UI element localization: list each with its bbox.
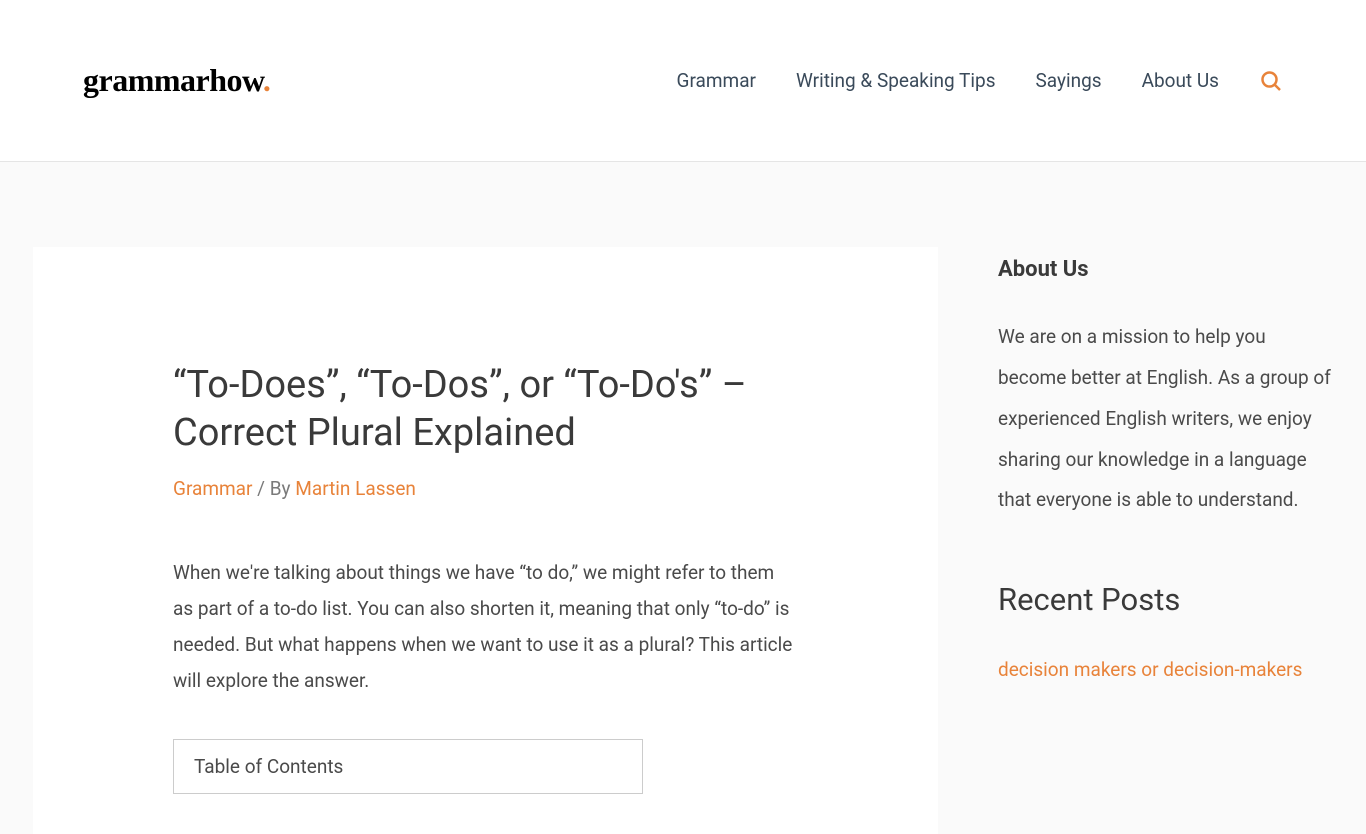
- header: grammarhow. Grammar Writing & Speaking T…: [0, 0, 1366, 162]
- nav-item-writing-speaking[interactable]: Writing & Speaking Tips: [796, 69, 996, 92]
- sidebar-about-heading: About Us: [998, 257, 1333, 282]
- nav-item-sayings[interactable]: Sayings: [1036, 69, 1102, 92]
- logo[interactable]: grammarhow.: [83, 62, 270, 99]
- nav-item-about[interactable]: About Us: [1142, 69, 1219, 92]
- article-body: When we're talking about things we have …: [173, 555, 798, 699]
- logo-dot: .: [263, 62, 271, 98]
- article-category-link[interactable]: Grammar: [173, 477, 252, 500]
- content-wrapper: “To-Does”, “To-Dos”, or “To-Do's” – Corr…: [13, 162, 1353, 834]
- article-author-link[interactable]: Martin Lassen: [295, 477, 416, 500]
- toc-title: Table of Contents: [194, 755, 343, 778]
- sidebar-about-text: We are on a mission to help you become b…: [998, 317, 1333, 521]
- sidebar-recent-heading: Recent Posts: [998, 581, 1333, 618]
- main-article: “To-Does”, “To-Dos”, or “To-Do's” – Corr…: [33, 247, 938, 834]
- article-title: “To-Does”, “To-Dos”, or “To-Do's” – Corr…: [173, 362, 798, 457]
- header-inner: grammarhow. Grammar Writing & Speaking T…: [83, 62, 1283, 99]
- meta-separator: / By: [252, 477, 295, 500]
- table-of-contents: Table of Contents: [173, 739, 643, 794]
- sidebar-recent-link[interactable]: decision makers or decision-makers: [998, 658, 1302, 681]
- nav-item-grammar[interactable]: Grammar: [677, 69, 756, 92]
- main-nav: Grammar Writing & Speaking Tips Sayings …: [677, 69, 1283, 93]
- article-meta: Grammar / By Martin Lassen: [173, 477, 798, 500]
- logo-text: grammarhow: [83, 62, 263, 98]
- search-icon[interactable]: [1259, 69, 1283, 93]
- sidebar: About Us We are on a mission to help you…: [998, 247, 1333, 834]
